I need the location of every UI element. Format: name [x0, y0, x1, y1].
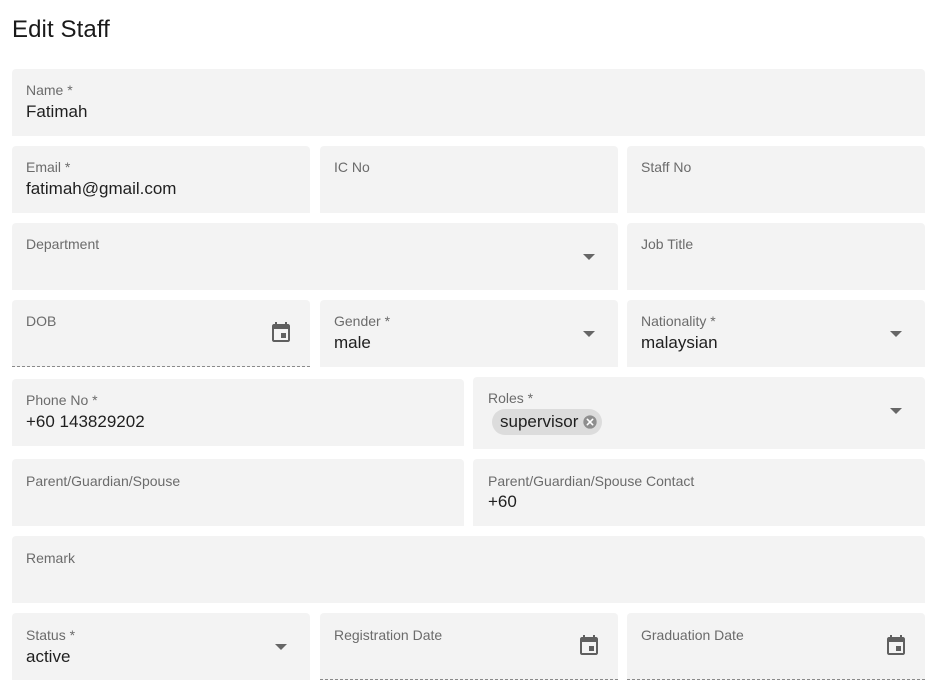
ic-no-label: IC No [334, 159, 370, 175]
ic-no-field[interactable]: IC No [320, 146, 618, 213]
nationality-label: Nationality * [641, 313, 716, 329]
name-value[interactable]: Fatimah [26, 102, 87, 122]
gender-label: Gender * [334, 313, 391, 329]
department-label: Department [26, 236, 100, 252]
nationality-select[interactable]: Nationality * malaysian [627, 300, 925, 367]
dropdown-arrow-icon[interactable] [890, 331, 902, 337]
dropdown-arrow-icon[interactable] [275, 644, 287, 650]
dob-field[interactable]: DOB [12, 300, 310, 367]
job-title-label: Job Title [641, 236, 694, 252]
dropdown-arrow-icon[interactable] [890, 408, 902, 414]
guardian-contact-label: Parent/Guardian/Spouse Contact [488, 473, 695, 489]
email-value[interactable]: fatimah@gmail.com [26, 179, 176, 199]
phone-label: Phone No * [26, 392, 98, 408]
guardian-label: Parent/Guardian/Spouse [26, 473, 181, 489]
role-chip-label: supervisor [500, 412, 579, 431]
phone-value[interactable]: +60 143829202 [26, 412, 145, 432]
remark-field[interactable]: Remark [12, 536, 925, 603]
department-select[interactable]: Department [12, 223, 618, 290]
close-icon[interactable] [582, 414, 598, 430]
graduation-date-label: Graduation Date [641, 627, 744, 643]
name-field[interactable]: Name * Fatimah [12, 69, 925, 136]
guardian-field[interactable]: Parent/Guardian/Spouse [12, 459, 464, 526]
phone-field[interactable]: Phone No * +60 143829202 [12, 379, 464, 446]
staff-no-field[interactable]: Staff No [627, 146, 925, 213]
dob-label: DOB [26, 313, 57, 329]
email-field[interactable]: Email * fatimah@gmail.com [12, 146, 310, 213]
name-label: Name * [26, 82, 73, 98]
page-title: Edit Staff [12, 16, 110, 43]
gender-select[interactable]: Gender * male [320, 300, 618, 367]
dropdown-arrow-icon[interactable] [583, 331, 595, 337]
registration-date-field[interactable]: Registration Date [320, 613, 618, 680]
role-chip: supervisor [492, 409, 603, 435]
calendar-icon[interactable] [269, 320, 293, 344]
guardian-contact-value[interactable]: +60 [488, 492, 517, 512]
roles-label: Roles * [488, 390, 534, 406]
guardian-contact-field[interactable]: Parent/Guardian/Spouse Contact +60 [473, 459, 925, 526]
email-label: Email * [26, 159, 71, 175]
remark-label: Remark [26, 550, 76, 566]
status-value: active [26, 647, 71, 666]
nationality-value: malaysian [641, 333, 718, 352]
graduation-date-field[interactable]: Graduation Date [627, 613, 925, 680]
registration-date-label: Registration Date [334, 627, 443, 643]
roles-select[interactable]: Roles * supervisor [473, 377, 925, 449]
calendar-icon[interactable] [884, 633, 908, 657]
calendar-icon[interactable] [577, 633, 601, 657]
status-select[interactable]: Status * active [12, 613, 310, 680]
status-label: Status * [26, 627, 76, 643]
job-title-field[interactable]: Job Title [627, 223, 925, 290]
gender-value: male [334, 333, 371, 352]
staff-no-label: Staff No [641, 159, 692, 175]
dropdown-arrow-icon[interactable] [583, 254, 595, 260]
